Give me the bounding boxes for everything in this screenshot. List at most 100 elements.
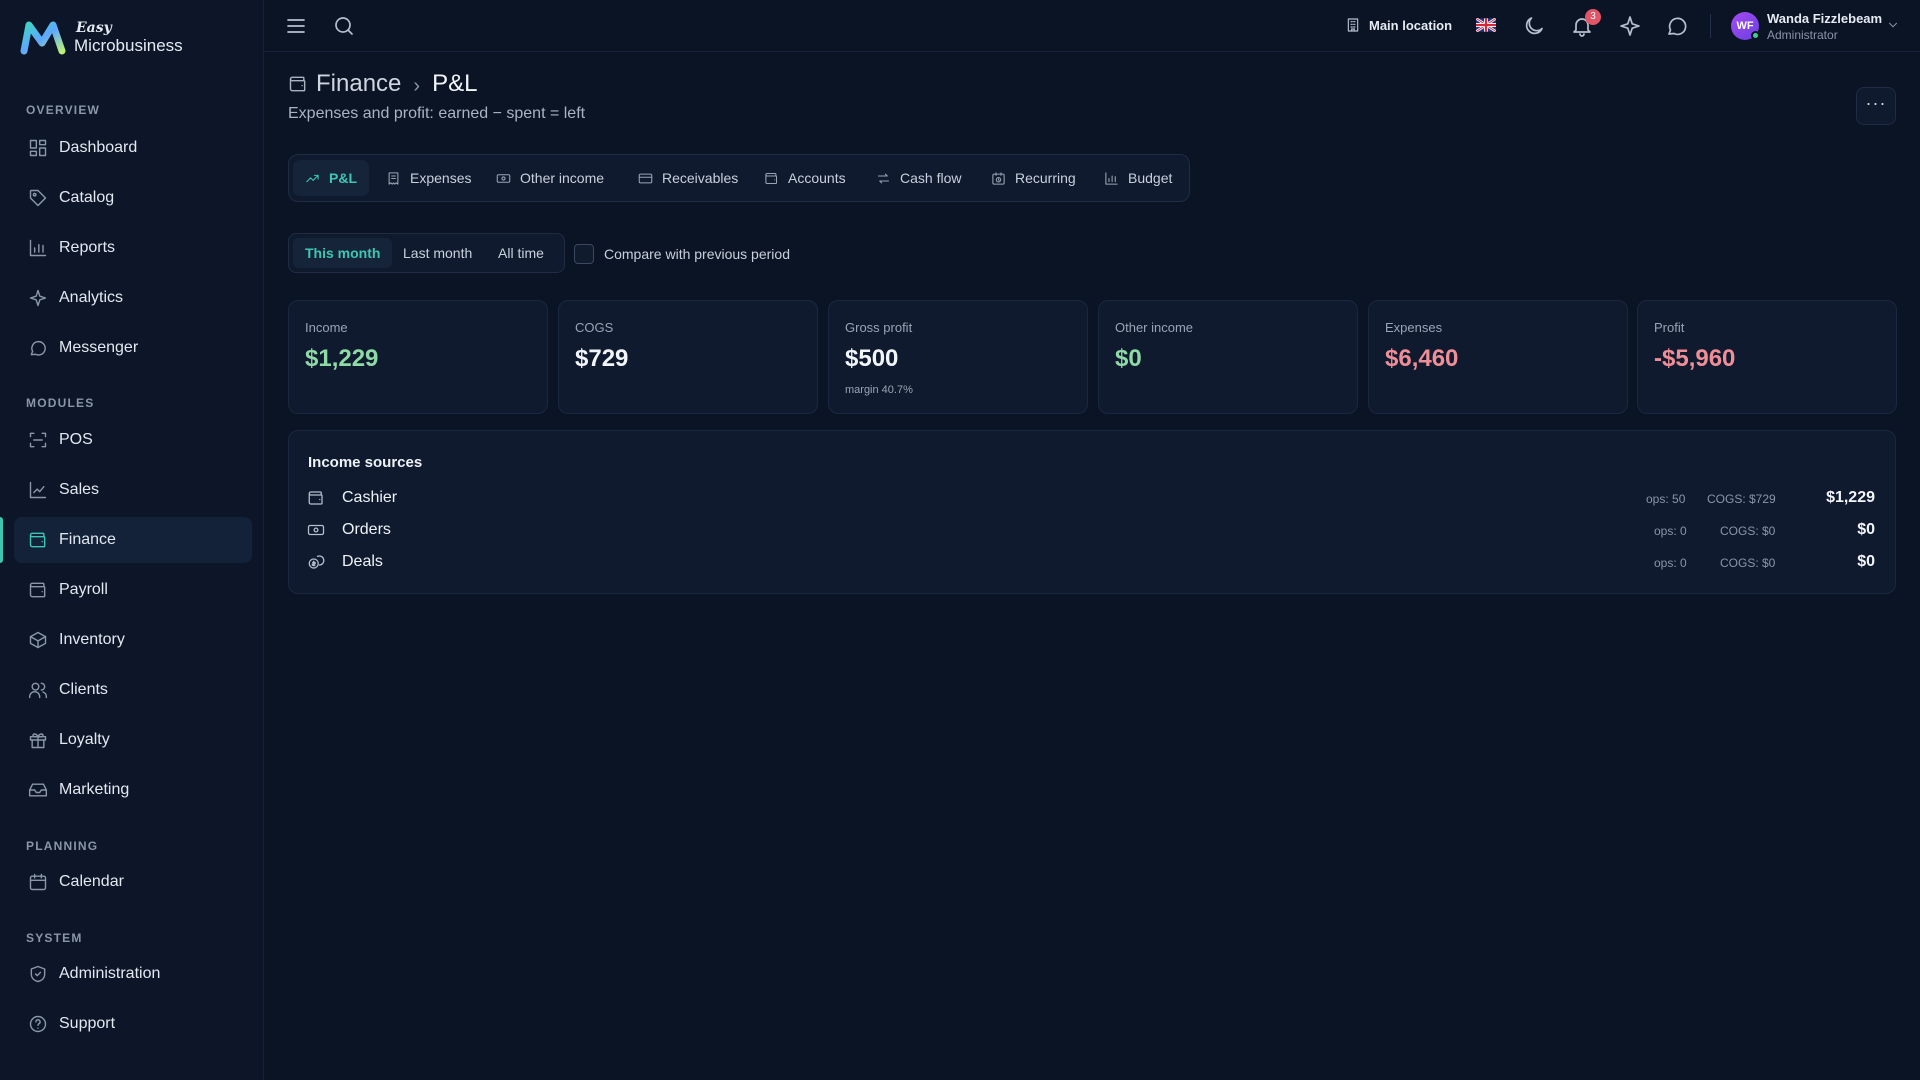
sidebar-item-label: Inventory [59,631,125,648]
kpi-label: Income [305,320,348,335]
user-name[interactable]: Wanda Fizzlebeam [1767,11,1882,26]
sidebar-item-clients[interactable]: Clients [14,667,252,713]
page-subtitle: Expenses and profit: earned − spent = le… [288,105,586,122]
breadcrumb-parent[interactable]: Finance [316,70,401,98]
tab-receivables[interactable]: Receivables [626,160,750,196]
chat-icon [30,341,46,356]
tab-expenses[interactable]: Expenses [374,160,483,196]
transfer-icon [877,173,890,183]
coins-icon [308,555,325,569]
chat-icon[interactable] [1665,14,1689,38]
list-item: Orders ops: 0 COGS: $0 $0 [307,518,1875,544]
kpi-value: $729 [575,345,629,372]
kpi-card-profit: Profit -$5,960 [1637,300,1897,414]
moon-icon[interactable] [1522,14,1546,38]
period-selector: This month Last month All time [288,233,565,273]
kpi-value: $6,460 [1385,345,1459,372]
uk-flag-icon[interactable] [1476,18,1496,32]
income-sources-panel: Income sources Cashier ops: 50 COGS: $72… [288,430,1896,594]
sidebar-item-label: Marketing [59,781,130,798]
tab-other-income[interactable]: Other income [484,160,616,196]
sidebar-item-messenger[interactable]: Messenger [14,325,252,371]
help-icon [29,1015,47,1033]
nav-section-modules: MODULES [26,396,95,410]
sidebar-item-label: Analytics [59,289,124,306]
sidebar-item-inventory[interactable]: Inventory [14,617,252,663]
search-icon[interactable] [332,14,356,38]
tab-cash-flow[interactable]: Cash flow [864,160,973,196]
brand-name: Microbusiness [74,35,183,55]
bar-chart-icon [29,239,47,257]
receipt-icon [388,171,399,185]
sidebar-item-label: Finance [59,531,116,548]
cash-icon [496,173,511,183]
period-all-time[interactable]: All time [486,238,556,268]
kpi-label: Other income [1115,320,1194,335]
online-status-dot [1751,31,1760,40]
building-icon [1347,18,1359,32]
source-cogs: COGS: $0 [1720,524,1776,538]
compare-toggle[interactable]: Compare with previous period [574,244,790,264]
tab-label: Accounts [788,170,846,186]
sidebar-item-label: Reports [59,239,116,256]
sidebar-item-pos[interactable]: POS [14,417,252,463]
sidebar-item-finance[interactable]: Finance [14,517,252,563]
kpi-note: margin 40.7% [845,384,913,396]
shield-icon [30,965,46,983]
tab-budget[interactable]: Budget [1092,160,1184,196]
kpi-card-gross-profit: Gross profit $500 margin 40.7% [828,300,1088,414]
sidebar-item-sales[interactable]: Sales [14,467,252,513]
kpi-label: COGS [575,320,614,335]
wallet-icon [308,491,323,505]
location-selector[interactable]: Main location [1345,17,1452,33]
tag-icon [29,189,47,207]
kpi-card-income: Income $1,229 [288,300,548,414]
nav-section-planning: PLANNING [26,839,99,853]
compare-checkbox[interactable] [574,244,594,264]
brand-easy: Easy [76,19,112,36]
sidebar-item-administration[interactable]: Administration [14,951,252,997]
source-total: $0 [1857,553,1875,570]
sparkle-icon[interactable] [1618,14,1642,38]
scan-icon [29,432,47,448]
kpi-value: $1,229 [305,345,379,372]
sidebar-item-support[interactable]: Support [14,1001,252,1047]
breadcrumb: Finance › P&L [288,70,477,98]
more-options-button[interactable]: ··· [1856,87,1896,125]
menu-icon[interactable] [284,14,308,38]
sidebar-item-label: Support [59,1015,116,1032]
sidebar-item-calendar[interactable]: Calendar [14,859,252,905]
tab-pl[interactable]: P&L [293,160,369,196]
list-item: Deals ops: 0 COGS: $0 $0 [307,550,1875,576]
card-icon [638,173,653,183]
list-item: Cashier ops: 50 COGS: $729 $1,229 [307,486,1875,512]
tab-accounts[interactable]: Accounts [752,160,858,196]
finance-tabs: P&L Expenses Other income Receivables Ac… [288,154,1190,202]
kpi-card-expenses: Expenses $6,460 [1368,300,1628,414]
brand-logo[interactable]: Easy Microbusiness [20,19,183,55]
sidebar-item-marketing[interactable]: Marketing [14,767,252,813]
sidebar-item-label: Administration [59,965,161,982]
sidebar-item-label: Messenger [59,339,139,356]
gift-icon [29,733,47,749]
chevron-down-icon[interactable] [1886,18,1900,32]
bar-chart-icon [1105,171,1118,185]
kpi-label: Expenses [1385,320,1443,335]
breadcrumb-separator: › [413,74,421,97]
income-sources-title: Income sources [308,454,423,471]
nav-section-overview: OVERVIEW [26,103,101,117]
period-last-month[interactable]: Last month [391,238,484,268]
notification-badge: 3 [1585,9,1601,25]
topbar-divider [1710,14,1711,38]
sidebar-item-analytics[interactable]: Analytics [14,275,252,321]
sidebar-item-dashboard[interactable]: Dashboard [14,125,252,171]
tab-recurring[interactable]: Recurring [979,160,1088,196]
logo-mark-icon [20,21,66,55]
source-ops: ops: 0 [1654,556,1687,570]
sidebar-item-payroll[interactable]: Payroll [14,567,252,613]
sidebar-item-catalog[interactable]: Catalog [14,175,252,221]
kpi-value: $500 [845,345,899,372]
period-this-month[interactable]: This month [293,238,393,268]
sidebar-item-reports[interactable]: Reports [14,225,252,271]
sidebar-item-loyalty[interactable]: Loyalty [14,717,252,763]
